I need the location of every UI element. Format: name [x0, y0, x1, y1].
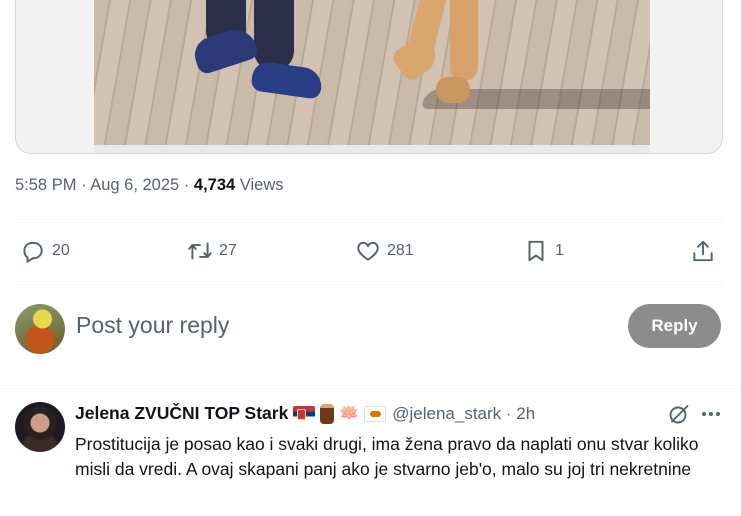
- photo-pavement: [94, 0, 722, 145]
- tweet-date[interactable]: Aug 6, 2025: [90, 176, 179, 194]
- cyprus-flag-icon: [364, 405, 387, 422]
- views-count: 4,734: [193, 176, 236, 194]
- divider: [15, 222, 723, 223]
- meta-separator: ·: [501, 403, 517, 423]
- share-action-button[interactable]: [690, 238, 716, 264]
- photo-leg-man-right: [254, 0, 294, 71]
- heart-icon: [357, 241, 379, 261]
- reply-submit-button[interactable]: Reply: [628, 304, 721, 348]
- photo-border-right: [650, 0, 722, 153]
- my-avatar[interactable]: [15, 304, 65, 354]
- reply-author-avatar[interactable]: [15, 402, 65, 452]
- divider: [15, 281, 723, 282]
- repost-icon: [188, 242, 212, 260]
- lotus-icon: 🪷: [339, 404, 360, 422]
- handle-text[interactable]: @jelena_stark: [392, 404, 501, 423]
- meta-separator: ·: [76, 176, 91, 194]
- repost-action-button[interactable]: 27: [187, 238, 237, 264]
- photo-border-left: [16, 0, 94, 153]
- photo-boot-right: [436, 77, 470, 103]
- tweet-media-image[interactable]: [15, 0, 723, 154]
- reply-time[interactable]: 2h: [516, 404, 535, 423]
- like-count: 281: [387, 242, 414, 259]
- reply-header: Jelena ZVUČNI TOP Stark 🪷 @jelena_stark …: [75, 403, 535, 424]
- reply-input[interactable]: Post your reply: [76, 312, 229, 339]
- reply-count: 20: [52, 242, 70, 259]
- reply-author-handle: @jelena_stark · 2h: [392, 404, 535, 424]
- reply-text: Prostitucija je posao kao i svaki drugi,…: [75, 434, 699, 479]
- divider: [0, 385, 741, 386]
- serbia-flag-icon: [293, 405, 316, 422]
- grok-icon[interactable]: [667, 402, 691, 426]
- repost-count: 27: [219, 242, 237, 259]
- meta-separator: ·: [179, 176, 194, 194]
- tree-stump-icon: [320, 403, 335, 424]
- comment-icon: [23, 241, 43, 264]
- bookmark-action-button[interactable]: 1: [523, 238, 564, 264]
- like-action-button[interactable]: 281: [355, 238, 414, 264]
- views-label: Views: [239, 176, 284, 194]
- photo-shoe-right: [250, 60, 324, 100]
- reply-author-name[interactable]: Jelena ZVUČNI TOP Stark: [75, 403, 288, 424]
- photo-shoe-left: [190, 24, 260, 76]
- photo-leg-woman-right: [450, 0, 478, 81]
- tweet-time[interactable]: 5:58 PM: [15, 176, 76, 194]
- share-icon: [693, 240, 713, 262]
- tweet-meta: 5:58 PM · Aug 6, 2025 · 4,734 Views: [15, 176, 284, 195]
- bookmark-icon: [528, 240, 544, 262]
- reply-action-button[interactable]: 20: [20, 238, 70, 264]
- bookmark-count: 1: [555, 242, 564, 259]
- more-options-icon[interactable]: [699, 402, 723, 426]
